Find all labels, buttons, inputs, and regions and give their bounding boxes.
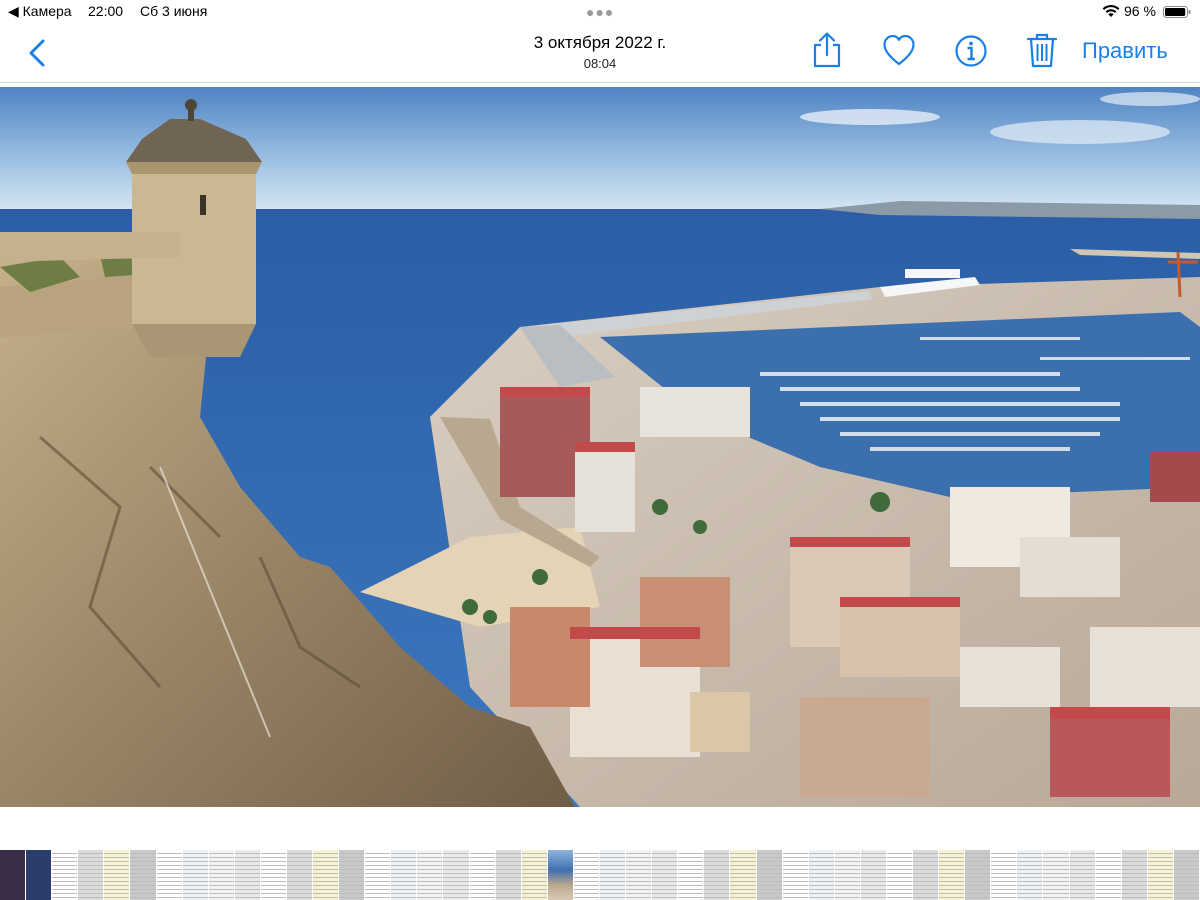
thumbnail[interactable]: [443, 850, 469, 900]
thumbnail[interactable]: [521, 850, 547, 900]
share-icon[interactable]: [810, 31, 844, 69]
thumbnail[interactable]: [1069, 850, 1095, 900]
thumbnail[interactable]: [1017, 850, 1043, 900]
back-to-app-link[interactable]: ◀ Камера: [8, 3, 72, 20]
battery-percent: 96 %: [1124, 3, 1156, 19]
thumbnail[interactable]: [469, 850, 495, 900]
thumbnail[interactable]: [313, 850, 339, 900]
heart-icon[interactable]: [882, 31, 916, 69]
thumbnail[interactable]: [860, 850, 886, 900]
thumbnail[interactable]: [391, 850, 417, 900]
thumbnail[interactable]: [286, 850, 313, 900]
edit-button[interactable]: Править: [1082, 38, 1168, 64]
multitasking-dots-icon[interactable]: ●●●: [586, 5, 614, 19]
thumbnail[interactable]: [1173, 850, 1199, 900]
thumbnail[interactable]: [234, 850, 260, 900]
thumbnail-selected[interactable]: [547, 850, 573, 900]
thumbnail-strip[interactable]: [0, 850, 1200, 900]
thumbnail[interactable]: [834, 850, 860, 900]
thumbnail[interactable]: [52, 850, 78, 900]
thumbnail[interactable]: [417, 850, 443, 900]
chevron-left-icon[interactable]: [26, 38, 48, 68]
thumbnail[interactable]: [26, 850, 52, 900]
nav-bar: 3 октября 2022 г. 08:04 Править: [0, 24, 1200, 83]
thumbnail[interactable]: [1121, 850, 1147, 900]
thumbnail[interactable]: [991, 850, 1017, 900]
photo-view[interactable]: [0, 87, 1200, 807]
thumbnail[interactable]: [913, 850, 939, 900]
thumbnail[interactable]: [704, 850, 730, 900]
thumbnail[interactable]: [939, 850, 965, 900]
thumbnail[interactable]: [104, 850, 130, 900]
thumbnail[interactable]: [730, 850, 756, 900]
thumbnail[interactable]: [260, 850, 286, 900]
thumbnail[interactable]: [0, 850, 26, 900]
wifi-icon: [1102, 4, 1120, 17]
photo-time-subtitle: 08:04: [583, 56, 617, 71]
status-time: 22:00: [88, 3, 124, 19]
thumbnail[interactable]: [1095, 850, 1121, 900]
thumbnail[interactable]: [965, 850, 991, 900]
thumbnail[interactable]: [156, 850, 182, 900]
photo-date-title: 3 октября 2022 г.: [533, 33, 667, 52]
thumbnail[interactable]: [626, 850, 652, 900]
info-icon[interactable]: [954, 31, 988, 69]
coastal-city-view-icon: [0, 87, 1200, 807]
thumbnail[interactable]: [365, 850, 391, 900]
thumbnail[interactable]: [573, 850, 599, 900]
thumbnail[interactable]: [886, 850, 913, 900]
thumbnail[interactable]: [808, 850, 834, 900]
thumbnail[interactable]: [495, 850, 521, 900]
thumbnail[interactable]: [208, 850, 234, 900]
thumbnail[interactable]: [339, 850, 365, 900]
thumbnail[interactable]: [1147, 850, 1173, 900]
status-date: Сб 3 июня: [140, 3, 208, 19]
thumbnail[interactable]: [78, 850, 104, 900]
thumbnail[interactable]: [678, 850, 704, 900]
thumbnail[interactable]: [756, 850, 782, 900]
trash-icon[interactable]: [1025, 31, 1059, 69]
status-bar: ◀ Камера 22:00 Сб 3 июня ●●● 96 %: [0, 0, 1200, 24]
thumbnail[interactable]: [782, 850, 808, 900]
thumbnail[interactable]: [600, 850, 626, 900]
thumbnail[interactable]: [130, 850, 156, 900]
battery-icon: [1163, 6, 1191, 18]
thumbnail[interactable]: [1043, 850, 1069, 900]
thumbnail[interactable]: [182, 850, 208, 900]
thumbnail[interactable]: [652, 850, 678, 900]
